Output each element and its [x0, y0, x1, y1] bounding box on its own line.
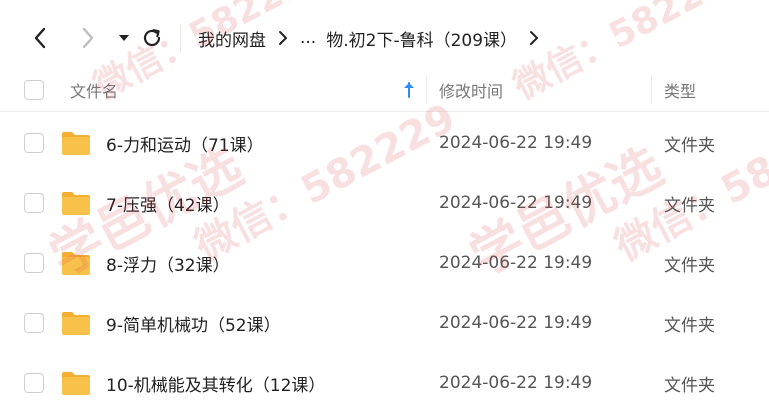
file-name[interactable]: 6-力和运动（71课）: [106, 113, 264, 173]
folder-icon: [62, 132, 90, 155]
file-modified-time: 2024-06-22 19:49: [439, 313, 593, 333]
breadcrumb-separator-icon: [278, 30, 288, 46]
file-type: 文件夹: [664, 315, 715, 336]
chevron-right-icon: [82, 27, 94, 49]
row-checkbox[interactable]: [24, 373, 44, 393]
folder-icon: [62, 252, 90, 275]
file-row[interactable]: 6-力和运动（71课） 2024-06-22 19:49 文件夹: [0, 113, 769, 173]
column-divider[interactable]: [426, 76, 427, 104]
file-list: 6-力和运动（71课） 2024-06-22 19:49 文件夹 7-压强（42…: [0, 113, 769, 413]
select-all-checkbox[interactable]: [24, 80, 44, 100]
folder-icon: [62, 312, 90, 335]
row-checkbox[interactable]: [24, 253, 44, 273]
file-type: 文件夹: [664, 195, 715, 216]
file-modified-time: 2024-06-22 19:49: [439, 373, 593, 393]
file-list-header: 文件名 修改时间 类型: [0, 68, 769, 112]
navigation-bar: 我的网盘 ... 物.初2下-鲁科（209课）: [0, 0, 769, 72]
file-name[interactable]: 10-机械能及其转化（12课）: [106, 353, 325, 413]
sort-ascending-icon[interactable]: [402, 68, 416, 112]
forward-button[interactable]: [74, 24, 102, 52]
file-name[interactable]: 7-压强（42课）: [106, 173, 230, 233]
file-browser-window: 我的网盘 ... 物.初2下-鲁科（209课） 文件名 修改时间 类型 6-力和…: [0, 0, 769, 418]
history-dropdown-button[interactable]: [110, 24, 138, 52]
nav-divider: [180, 24, 181, 52]
file-row[interactable]: 10-机械能及其转化（12课） 2024-06-22 19:49 文件夹: [0, 353, 769, 413]
breadcrumb-ellipsis[interactable]: ...: [300, 28, 316, 48]
row-checkbox[interactable]: [24, 193, 44, 213]
chevron-left-icon: [34, 27, 46, 49]
column-divider[interactable]: [651, 76, 652, 104]
refresh-button[interactable]: [138, 24, 166, 52]
file-row[interactable]: 7-压强（42课） 2024-06-22 19:49 文件夹: [0, 173, 769, 233]
column-header-type[interactable]: 类型: [664, 68, 696, 112]
file-modified-time: 2024-06-22 19:49: [439, 193, 593, 213]
refresh-icon: [143, 29, 161, 47]
file-row[interactable]: 8-浮力（32课） 2024-06-22 19:49 文件夹: [0, 233, 769, 293]
breadcrumb-current[interactable]: 物.初2下-鲁科（209课）: [326, 26, 517, 51]
file-modified-time: 2024-06-22 19:49: [439, 133, 593, 153]
row-checkbox[interactable]: [24, 313, 44, 333]
file-name[interactable]: 9-简单机械功（52课）: [106, 293, 281, 353]
select-all-checkbox-cell: [24, 68, 44, 112]
folder-icon: [62, 372, 90, 395]
folder-icon: [62, 192, 90, 215]
column-header-modified-time[interactable]: 修改时间: [439, 68, 503, 112]
breadcrumb-expand-icon[interactable]: [529, 30, 539, 46]
file-name[interactable]: 8-浮力（32课）: [106, 233, 230, 293]
file-type: 文件夹: [664, 255, 715, 276]
file-type: 文件夹: [664, 135, 715, 156]
caret-down-icon: [119, 35, 129, 41]
breadcrumb: 我的网盘 ... 物.初2下-鲁科（209课）: [198, 24, 551, 52]
row-checkbox[interactable]: [24, 133, 44, 153]
file-modified-time: 2024-06-22 19:49: [439, 253, 593, 273]
file-row[interactable]: 9-简单机械功（52课） 2024-06-22 19:49 文件夹: [0, 293, 769, 353]
column-header-name[interactable]: 文件名: [70, 68, 118, 112]
back-button[interactable]: [26, 24, 54, 52]
file-type: 文件夹: [664, 375, 715, 396]
breadcrumb-root[interactable]: 我的网盘: [198, 26, 266, 51]
